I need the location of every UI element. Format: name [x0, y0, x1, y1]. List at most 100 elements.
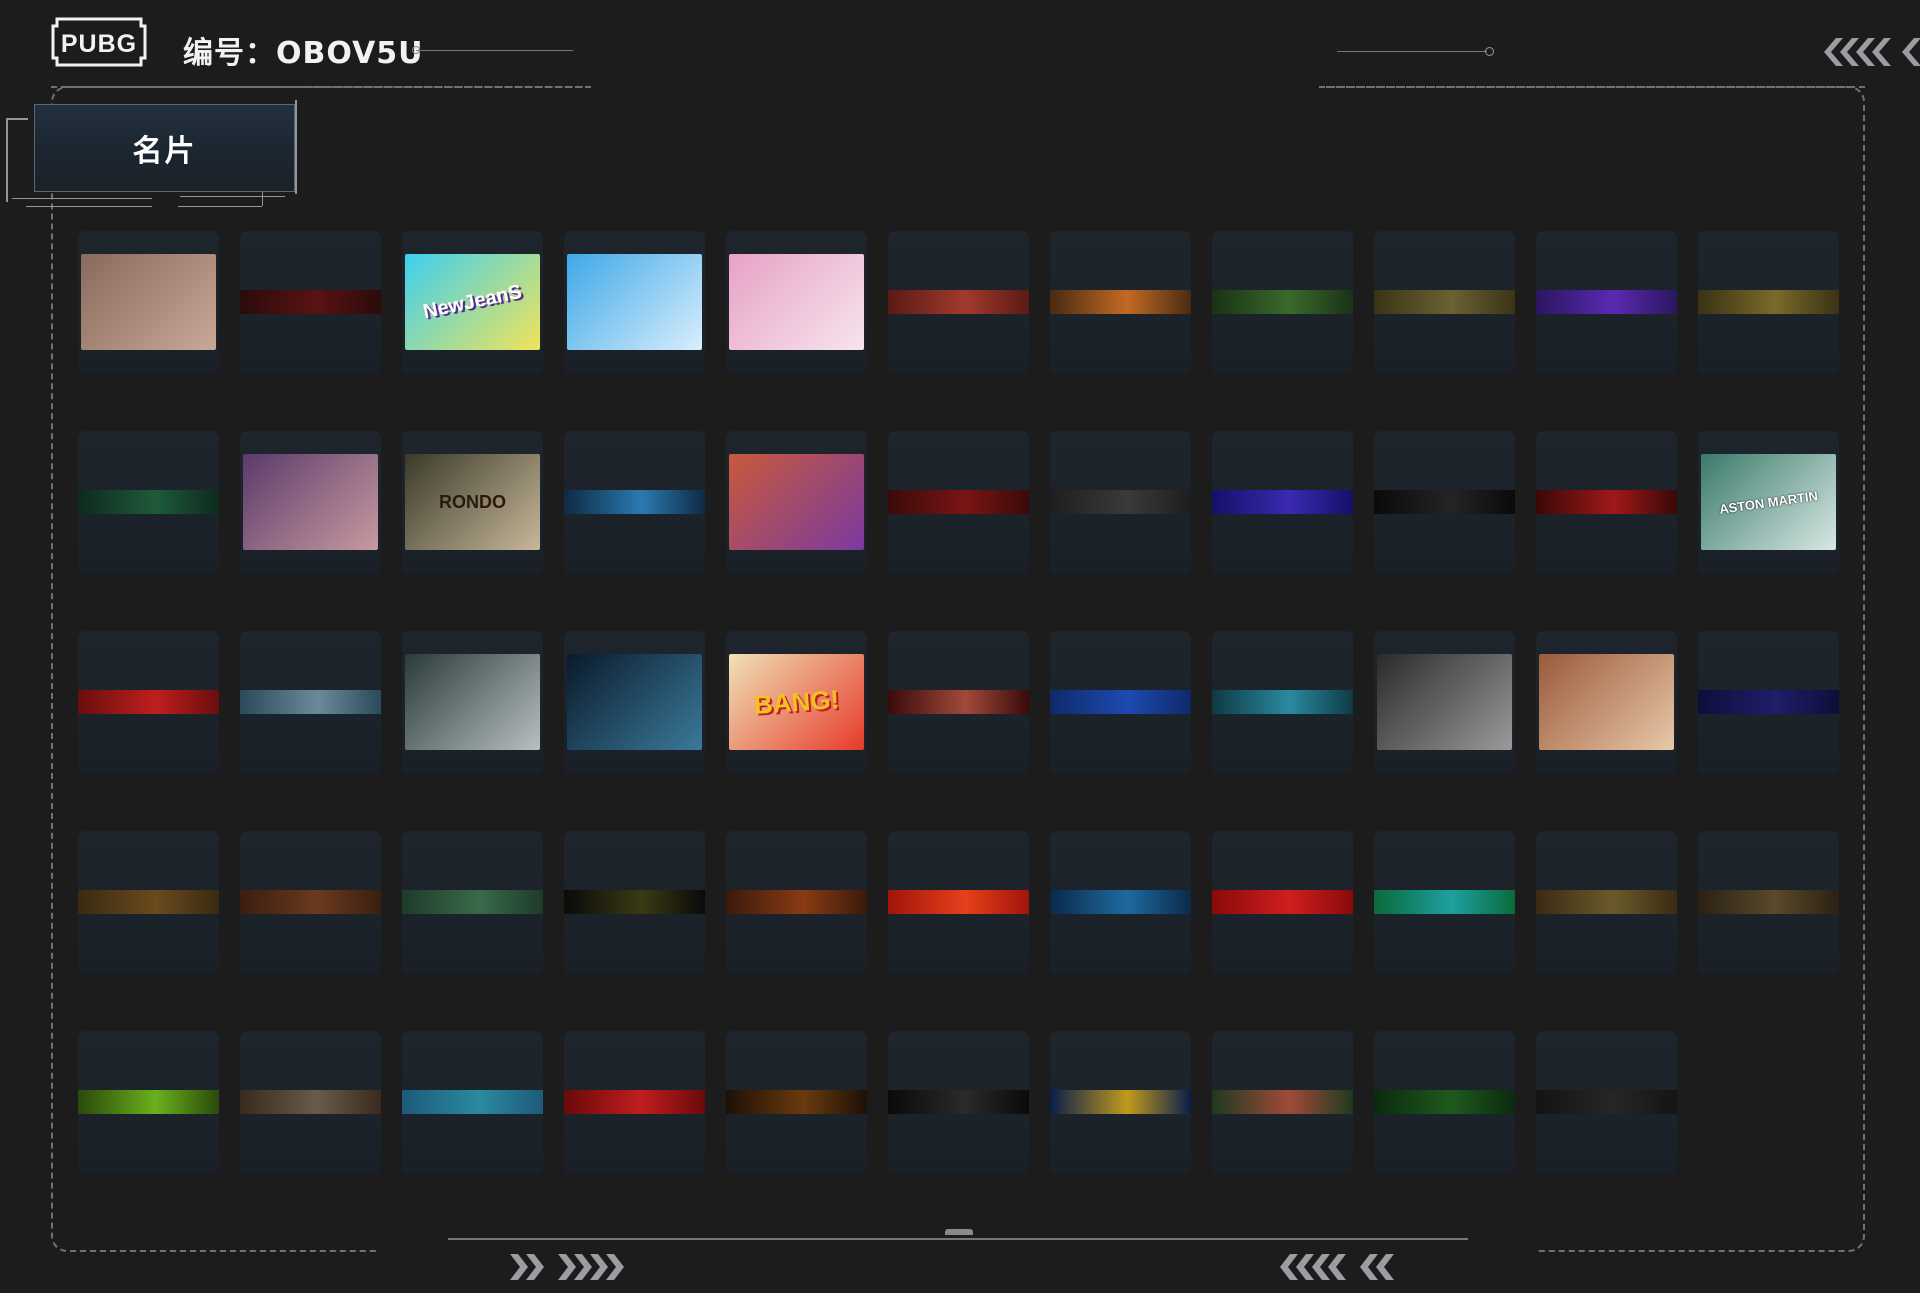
- namecard-image-text: NewJeanS: [421, 280, 524, 323]
- namecard-image-sniper-silhouette: [81, 254, 216, 350]
- decor-line: [1337, 51, 1487, 52]
- namecard-stripe: [888, 690, 1029, 714]
- namecard-stripe: [1050, 890, 1191, 914]
- tab-underline: [178, 206, 262, 208]
- namecard-item[interactable]: [726, 1031, 867, 1174]
- namecard-item[interactable]: [1536, 231, 1677, 374]
- namecard-item[interactable]: [1374, 231, 1515, 374]
- namecard-item[interactable]: [564, 431, 705, 574]
- namecard-stripe: [564, 490, 705, 514]
- namecard-stripe: [1536, 890, 1677, 914]
- namecard-item[interactable]: [78, 831, 219, 974]
- namecard-item[interactable]: [240, 631, 381, 774]
- namecard-item[interactable]: [726, 231, 867, 374]
- frame-top-left: [51, 86, 591, 90]
- chevrons-left-icon[interactable]: [1810, 30, 1920, 74]
- namecard-item[interactable]: [1374, 1031, 1515, 1174]
- decor-line: [416, 50, 573, 51]
- namecard-item[interactable]: [1050, 831, 1191, 974]
- frame-gap: [590, 80, 1320, 94]
- namecard-item[interactable]: ASTON MARTIN: [1698, 431, 1839, 574]
- namecard-item[interactable]: [1374, 431, 1515, 574]
- tab-underline: [26, 206, 152, 208]
- namecard-item[interactable]: [1212, 1031, 1353, 1174]
- namecard-stripe: [1698, 690, 1839, 714]
- namecard-image-helmet-soldier: [1377, 654, 1512, 750]
- namecard-item[interactable]: [1212, 231, 1353, 374]
- chevrons-right-icon[interactable]: [508, 1250, 638, 1284]
- namecard-item[interactable]: BANG!: [726, 631, 867, 774]
- namecard-item[interactable]: [402, 631, 543, 774]
- tab-label: 名片: [132, 134, 197, 169]
- chevrons-left-icon[interactable]: [1280, 1250, 1410, 1284]
- namecard-item[interactable]: [888, 631, 1029, 774]
- frame-top-right: [1319, 86, 1865, 90]
- namecard-stripe: [726, 890, 867, 914]
- namecard-stripe: [240, 1090, 381, 1114]
- namecard-item[interactable]: NewJeanS: [402, 231, 543, 374]
- namecard-item[interactable]: [1212, 831, 1353, 974]
- namecard-item[interactable]: [888, 431, 1029, 574]
- namecard-item[interactable]: RONDO: [402, 431, 543, 574]
- namecard-stripe: [1212, 1090, 1353, 1114]
- namecard-item[interactable]: [1212, 631, 1353, 774]
- namecard-item[interactable]: [1212, 431, 1353, 574]
- namecard-item[interactable]: [564, 1031, 705, 1174]
- tab-tick: [262, 190, 264, 206]
- namecard-item[interactable]: [240, 431, 381, 574]
- namecard-item[interactable]: [1050, 1031, 1191, 1174]
- namecard-stripe: [240, 690, 381, 714]
- namecard-stripe: [240, 890, 381, 914]
- namecard-item[interactable]: [1050, 631, 1191, 774]
- namecard-item[interactable]: [78, 431, 219, 574]
- namecard-stripe: [888, 1090, 1029, 1114]
- namecard-item[interactable]: [78, 231, 219, 374]
- namecard-item[interactable]: [1698, 631, 1839, 774]
- namecard-item[interactable]: [564, 231, 705, 374]
- namecard-item[interactable]: [240, 1031, 381, 1174]
- namecard-stripe: [1050, 690, 1191, 714]
- namecard-item[interactable]: [1374, 831, 1515, 974]
- namecard-stripe: [1536, 290, 1677, 314]
- namecard-image-seal-surf: [567, 254, 702, 350]
- namecard-item[interactable]: [1536, 1031, 1677, 1174]
- namecard-item[interactable]: [1536, 431, 1677, 574]
- namecard-item[interactable]: [888, 231, 1029, 374]
- namecard-item[interactable]: [1536, 831, 1677, 974]
- namecard-item[interactable]: [726, 831, 867, 974]
- namecard-image-pink-girl: [729, 254, 864, 350]
- namecard-item[interactable]: [726, 431, 867, 574]
- namecard-item[interactable]: [1698, 231, 1839, 374]
- namecard-item[interactable]: [402, 1031, 543, 1174]
- namecard-item[interactable]: [1374, 631, 1515, 774]
- namecard-stripe: [1536, 490, 1677, 514]
- namecard-item[interactable]: [1536, 631, 1677, 774]
- namecard-item[interactable]: [240, 231, 381, 374]
- namecard-stripe: [1698, 290, 1839, 314]
- namecard-stripe: [402, 890, 543, 914]
- namecard-image-aston-martin: ASTON MARTIN: [1701, 454, 1836, 550]
- scroll-handle[interactable]: [945, 1229, 973, 1235]
- namecard-item[interactable]: [402, 831, 543, 974]
- namecard-item[interactable]: [78, 1031, 219, 1174]
- namecard-stripe: [78, 890, 219, 914]
- namecard-item[interactable]: [240, 831, 381, 974]
- namecard-item[interactable]: [564, 831, 705, 974]
- logo-text: PUBG: [61, 30, 137, 58]
- namecard-item[interactable]: [564, 631, 705, 774]
- namecard-stripe: [1050, 1090, 1191, 1114]
- namecard-item[interactable]: [1050, 431, 1191, 574]
- scroll-track[interactable]: [448, 1238, 1468, 1240]
- namecard-image-text: ASTON MARTIN: [1718, 487, 1819, 517]
- namecard-stripe: [402, 1090, 543, 1114]
- namecard-item[interactable]: [78, 631, 219, 774]
- namecard-item[interactable]: [1050, 231, 1191, 374]
- namecard-stripe: [1374, 290, 1515, 314]
- namecard-item[interactable]: [1698, 831, 1839, 974]
- pubg-logo-icon: PUBG: [51, 17, 147, 67]
- namecard-item[interactable]: [888, 1031, 1029, 1174]
- namecard-stripe: [564, 890, 705, 914]
- namecard-stripe: [1374, 890, 1515, 914]
- namecard-item[interactable]: [888, 831, 1029, 974]
- namecard-stripe: [888, 490, 1029, 514]
